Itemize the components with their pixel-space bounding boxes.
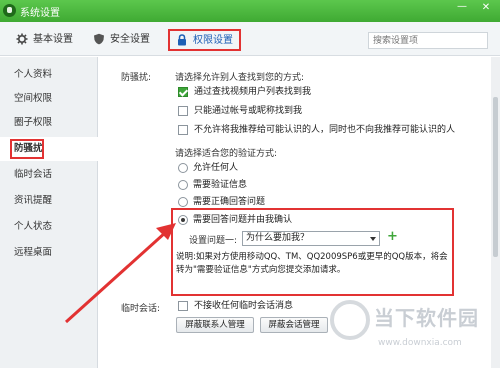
radio[interactable] <box>178 196 188 207</box>
radio-label: 需要正确回答问题 <box>193 197 266 207</box>
sidebar-item-space-permission[interactable]: 空间权限 <box>0 87 98 111</box>
compatibility-note: 说明:如果对方使用移动QQ、TM、QQ2009SP6或更早的QQ版本，将会转为"… <box>176 252 448 275</box>
tab-security-settings[interactable]: 安全设置 <box>93 31 150 49</box>
radio[interactable] <box>178 214 188 225</box>
scrollbar-thumb[interactable] <box>493 97 498 257</box>
window-title: 系统设置 <box>20 8 60 19</box>
close-button[interactable]: ✕ <box>474 1 498 15</box>
qq-logo-icon <box>3 4 16 17</box>
verify-option-anyone[interactable]: 允许任何人 <box>178 162 238 175</box>
find-option-no-recommend[interactable]: 不允许将我推荐给可能认识的人，同时也不向我推荐可能认识的人 <box>178 124 455 137</box>
blocked-sessions-button[interactable]: 屏蔽会话管理 <box>260 317 328 333</box>
checkbox-label: 不接收任何临时会话消息 <box>194 301 294 311</box>
checkbox-label: 只能通过帐号或昵称找到我 <box>194 106 303 116</box>
question-select-value: 为什么要加我？ <box>246 233 310 243</box>
watermark-url: www.downxia.com <box>378 338 462 348</box>
sidebar-item-news-alerts[interactable]: 资讯提醒 <box>0 189 98 213</box>
radio[interactable] <box>178 162 188 173</box>
find-option-video-list[interactable]: 通过查找视频用户列表找到我 <box>178 86 311 99</box>
shield-icon <box>94 33 104 45</box>
scrollbar[interactable] <box>491 57 500 368</box>
sidebar-item-personal-status[interactable]: 个人状态 <box>0 215 98 239</box>
find-option-account-only[interactable]: 只能通过帐号或昵称找到我 <box>178 105 302 118</box>
sidebar-item-profile[interactable]: 个人资料 <box>0 63 98 87</box>
checkbox-label: 不允许将我推荐给可能认识的人，同时也不向我推荐可能认识的人 <box>194 125 456 135</box>
checkbox-label: 通过查找视频用户列表找到我 <box>194 87 312 97</box>
verify-option-answer-and-confirm[interactable]: 需要回答问题并由我确认 <box>178 214 292 227</box>
question-label: 设置问题一: <box>189 236 238 246</box>
verify-method-prompt: 请选择适合您的验证方式: <box>175 149 278 159</box>
add-question-icon[interactable]: + <box>387 229 398 244</box>
tab-label: 安全设置 <box>110 34 150 45</box>
gear-icon <box>16 33 28 45</box>
highlight-box <box>10 139 44 159</box>
settings-tab-bar: 基本设置 安全设置 权限设置 <box>0 22 500 56</box>
tab-label: 权限设置 <box>193 35 233 46</box>
site-watermark: 当下软件园 www.downxia.com <box>330 296 500 368</box>
temp-chat-label: 临时会话: <box>121 304 161 314</box>
sidebar-item-anti-harassment[interactable]: 防骚扰 <box>0 137 98 161</box>
tab-label: 基本设置 <box>33 34 73 45</box>
title-bar: 系统设置 — ✕ <box>0 0 500 22</box>
search-input[interactable] <box>369 33 487 48</box>
question-select[interactable]: 为什么要加我？ <box>242 231 380 246</box>
checkbox[interactable] <box>178 124 188 135</box>
minimize-button[interactable]: — <box>452 1 472 15</box>
tab-permission-settings[interactable]: 权限设置 <box>168 29 241 51</box>
find-method-prompt: 请选择允许别人查找到您的方式: <box>175 73 305 83</box>
watermark-logo-icon <box>330 300 370 340</box>
radio-label: 需要验证信息 <box>193 180 248 190</box>
lock-icon <box>178 34 186 46</box>
checkbox[interactable] <box>178 86 188 97</box>
sidebar-item-remote-desktop[interactable]: 远程桌面 <box>0 241 98 265</box>
checkbox[interactable] <box>178 300 188 311</box>
blocked-contacts-button[interactable]: 屏蔽联系人管理 <box>176 317 254 333</box>
verify-option-info[interactable]: 需要验证信息 <box>178 179 247 192</box>
settings-sidebar: 个人资料 空间权限 圈子权限 防骚扰 临时会话 资讯提醒 个人状态 远程桌面 <box>0 57 98 368</box>
radio-label: 需要回答问题并由我确认 <box>193 215 293 225</box>
tab-basic-settings[interactable]: 基本设置 <box>16 31 73 49</box>
search-box[interactable] <box>368 32 488 49</box>
chevron-down-icon <box>370 237 376 241</box>
radio[interactable] <box>178 179 188 190</box>
sidebar-item-temp-chat[interactable]: 临时会话 <box>0 163 98 187</box>
anti-harassment-label: 防骚扰: <box>121 73 152 83</box>
temp-chat-block-option[interactable]: 不接收任何临时会话消息 <box>178 300 293 313</box>
checkbox[interactable] <box>178 105 188 116</box>
watermark-brand: 当下软件园 <box>374 306 479 330</box>
sidebar-item-circle-permission[interactable]: 圈子权限 <box>0 111 98 135</box>
radio-label: 允许任何人 <box>193 163 239 173</box>
